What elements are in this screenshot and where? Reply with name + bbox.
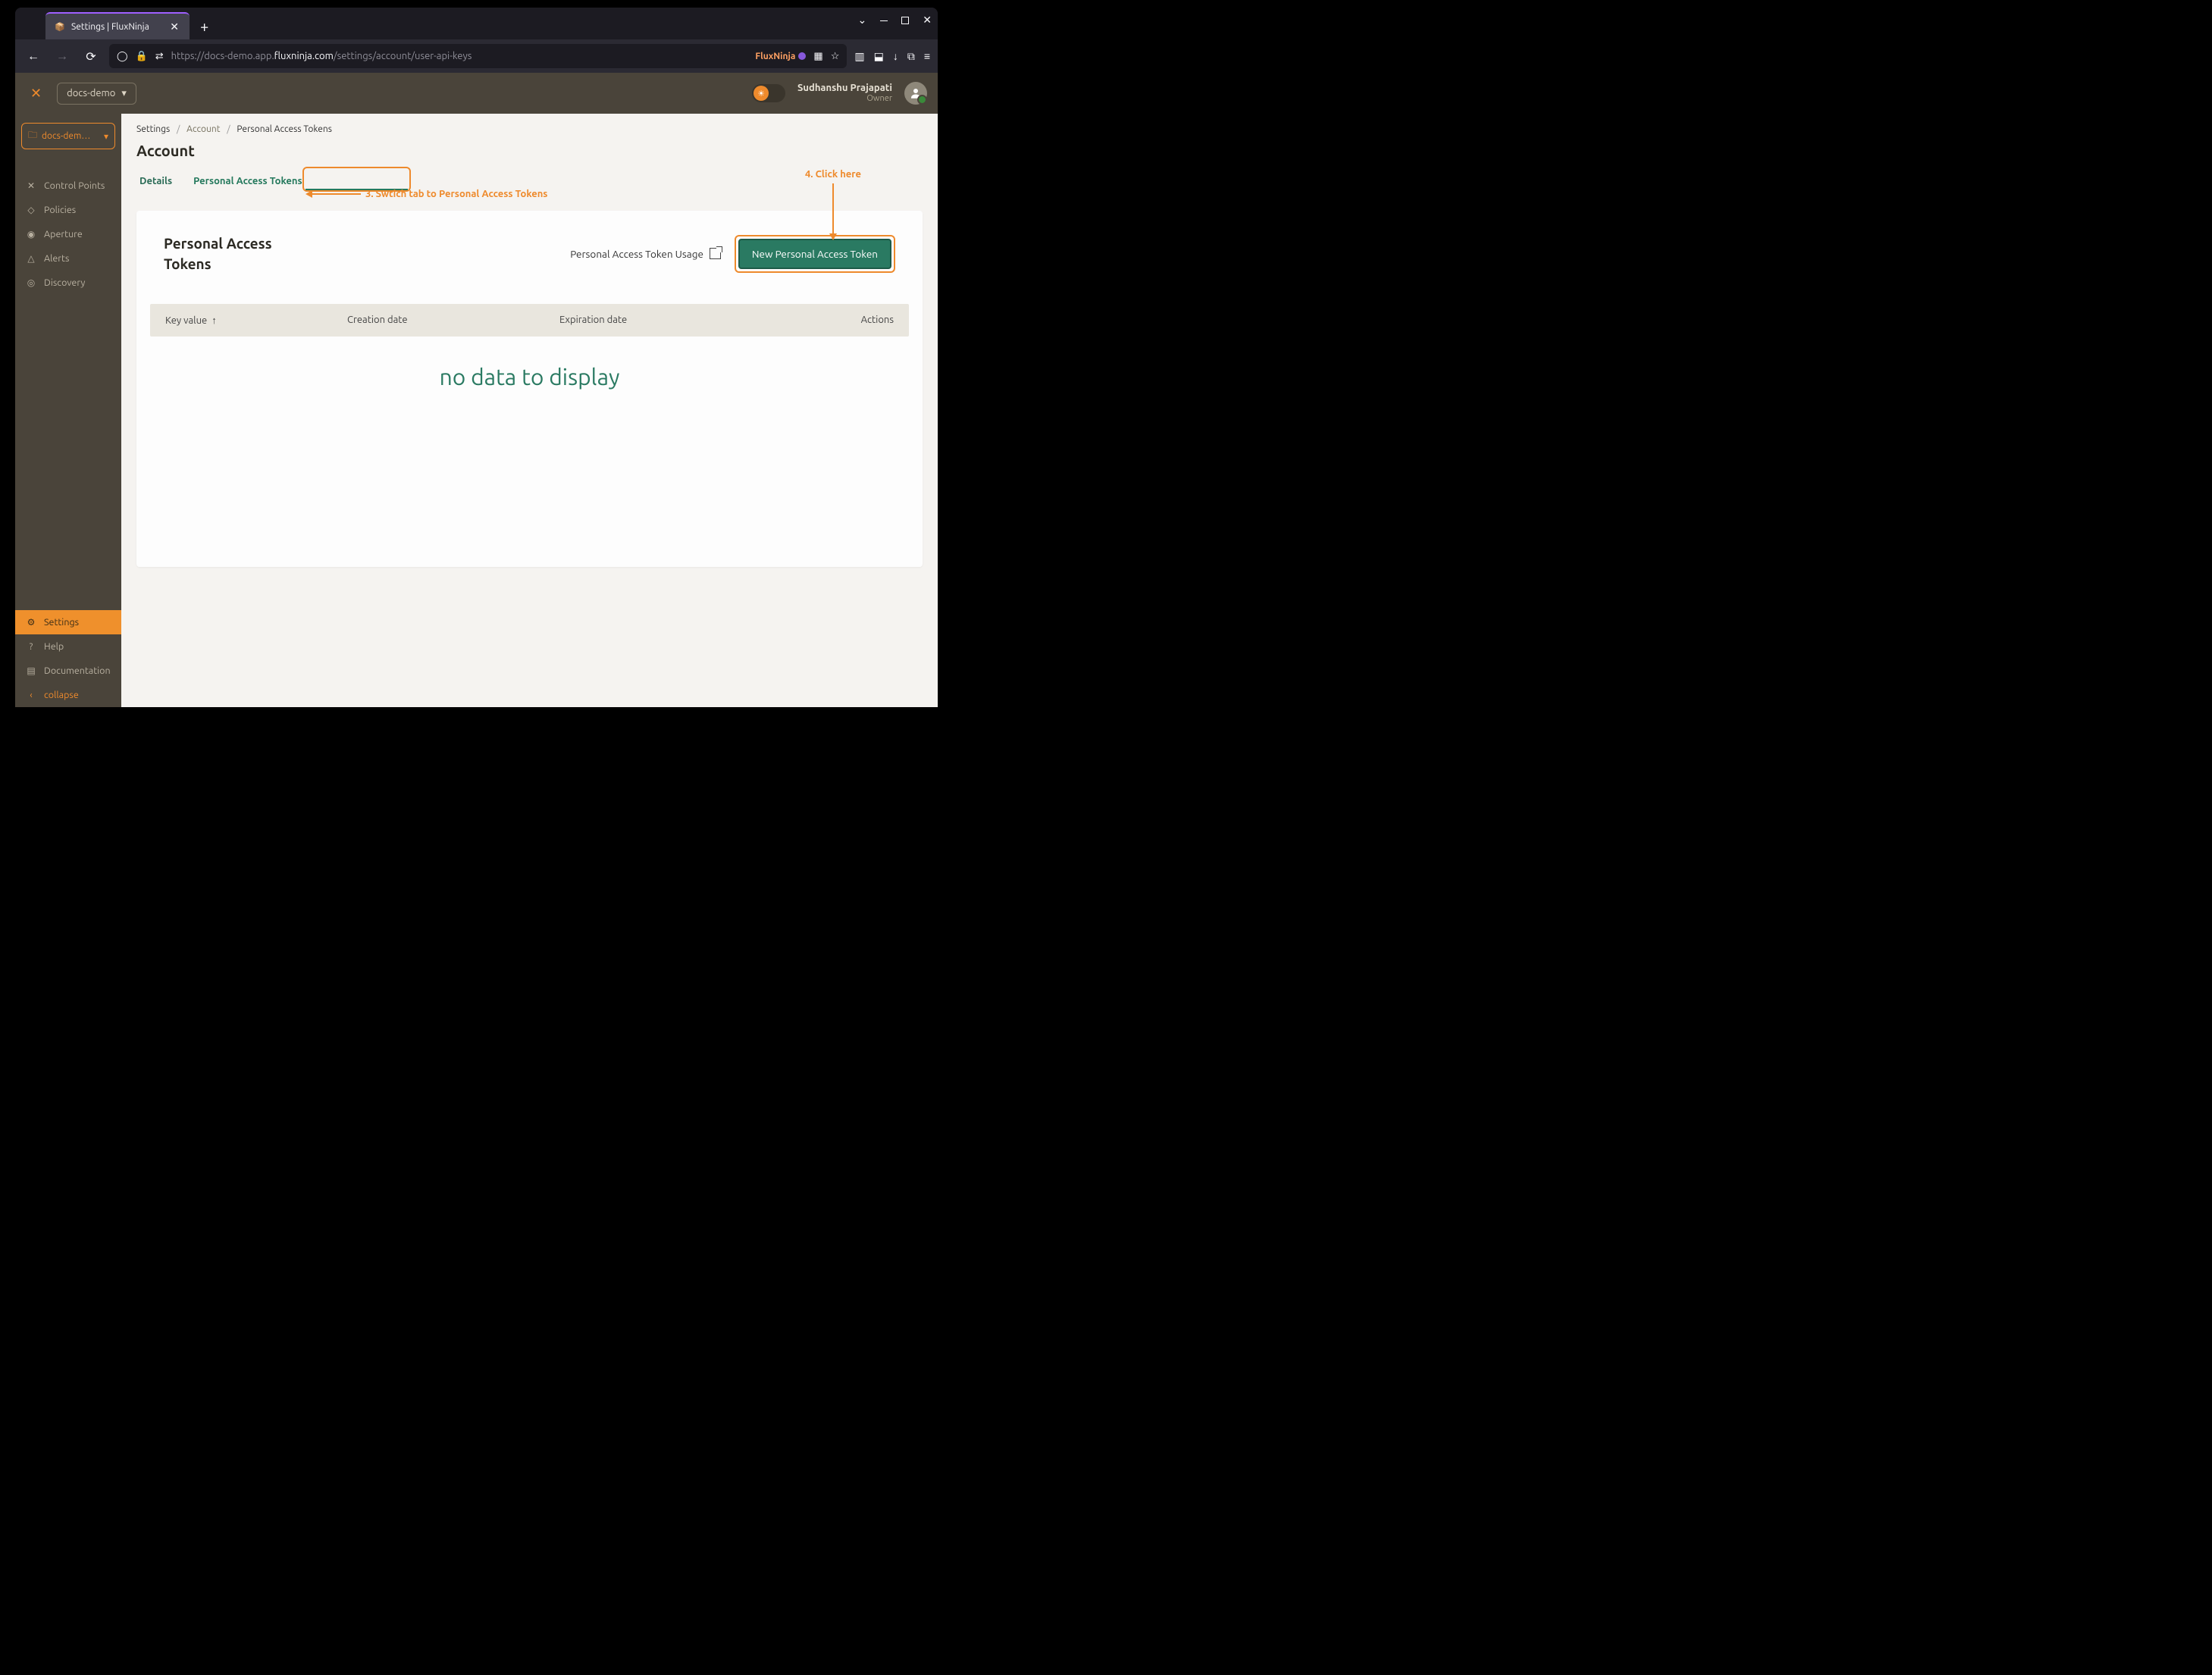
- tab-title: Settings | FluxNinja: [71, 22, 162, 32]
- sort-asc-icon: ↑: [211, 315, 217, 326]
- sidebar-collapse[interactable]: ‹collapse: [15, 683, 121, 707]
- empty-state: no data to display: [150, 337, 909, 417]
- brand-badge[interactable]: FluxNinja: [755, 52, 806, 61]
- col-actions: Actions: [818, 315, 894, 326]
- project-dropdown[interactable]: 🗀 docs-dem… ▾: [21, 123, 115, 149]
- sidebar-item-policies[interactable]: ◇Policies: [15, 198, 121, 222]
- nav-reload-button[interactable]: ⟳: [80, 45, 102, 67]
- pat-usage-link[interactable]: Personal Access Token Usage: [570, 248, 721, 260]
- folder-icon: 🗀: [28, 128, 37, 144]
- external-link-icon: [710, 248, 721, 259]
- sun-icon: ☀: [754, 86, 769, 101]
- avatar[interactable]: [904, 82, 927, 105]
- org-name: docs-demo: [67, 88, 115, 99]
- new-tab-button[interactable]: +: [190, 13, 219, 39]
- arrow-left-icon: [308, 193, 361, 196]
- col-expiration-date[interactable]: Expiration date: [559, 315, 818, 326]
- theme-toggle[interactable]: ☀: [752, 84, 785, 102]
- table-header: Key value ↑ Creation date Expiration dat…: [150, 304, 909, 337]
- breadcrumb: Settings / Account / Personal Access Tok…: [121, 114, 938, 139]
- gear-icon: ⚙: [26, 617, 36, 628]
- extensions-icon[interactable]: ⧉: [907, 50, 915, 63]
- save-page-icon[interactable]: ⬓: [874, 50, 884, 63]
- user-role: Owner: [797, 94, 892, 104]
- caret-down-icon: ▾: [104, 131, 108, 142]
- url-text: https://docs-demo.app.fluxninja.com/sett…: [171, 51, 748, 61]
- window-maximize-icon[interactable]: [901, 14, 909, 27]
- caret-down-icon: ▾: [121, 88, 127, 99]
- col-key-value[interactable]: Key value ↑: [165, 315, 347, 326]
- window-close-icon[interactable]: ✕: [923, 14, 932, 27]
- new-pat-button[interactable]: New Personal Access Token: [738, 239, 891, 269]
- help-icon: ?: [26, 642, 36, 652]
- org-dropdown[interactable]: docs-demo ▾: [57, 83, 136, 105]
- tab-details[interactable]: Details: [136, 170, 175, 193]
- close-panel-button[interactable]: ✕: [26, 81, 46, 106]
- crumb-account[interactable]: Account: [186, 124, 220, 134]
- card-title: Personal Access Tokens: [164, 233, 300, 274]
- bookmark-star-icon[interactable]: ☆: [831, 51, 840, 62]
- policies-icon: ◇: [26, 205, 36, 215]
- chevron-left-icon: ‹: [26, 690, 36, 700]
- page-title: Account: [121, 139, 938, 170]
- sidebar-item-aperture[interactable]: ◉Aperture: [15, 222, 121, 246]
- sidebar-item-documentation[interactable]: ▤Documentation: [15, 659, 121, 683]
- tab-personal-access-tokens[interactable]: Personal Access Tokens: [190, 170, 305, 193]
- shield-icon[interactable]: ◯: [117, 51, 128, 62]
- pat-table: Key value ↑ Creation date Expiration dat…: [150, 304, 909, 417]
- annotation-highlight-button: New Personal Access Token: [735, 235, 895, 273]
- bell-icon: △: [26, 253, 36, 264]
- sidebar-item-settings[interactable]: ⚙Settings: [15, 610, 121, 634]
- url-bar[interactable]: ◯ 🔒 ⇄ https://docs-demo.app.fluxninja.co…: [109, 44, 847, 68]
- nav-back-button[interactable]: ←: [23, 45, 44, 67]
- apps-icon[interactable]: ▦: [813, 51, 822, 62]
- project-name: docs-dem…: [42, 131, 99, 141]
- sidebar-item-help[interactable]: ?Help: [15, 634, 121, 659]
- aperture-icon: ◉: [26, 229, 36, 240]
- annotation-4: 4. Click here: [799, 167, 867, 238]
- window-minimize-icon[interactable]: [880, 14, 888, 27]
- lock-icon[interactable]: 🔒: [136, 51, 148, 62]
- nav-forward-button[interactable]: →: [52, 45, 73, 67]
- menu-icon[interactable]: ≡: [924, 50, 930, 62]
- tab-close-icon[interactable]: ✕: [168, 19, 180, 35]
- browser-tab[interactable]: 📦 Settings | FluxNinja ✕: [45, 12, 190, 39]
- arrow-down-icon: [832, 183, 835, 238]
- downloads-icon[interactable]: ↓: [893, 50, 898, 62]
- user-info: Sudhanshu Prajapati Owner: [797, 83, 892, 105]
- discovery-icon: ◎: [26, 277, 36, 288]
- sidebar-item-control-points[interactable]: ✕Control Points: [15, 174, 121, 198]
- permissions-icon[interactable]: ⇄: [155, 51, 164, 62]
- crumb-settings[interactable]: Settings: [136, 124, 170, 134]
- annotation-3: 3. Swtich tab to Personal Access Tokens: [308, 189, 547, 199]
- user-name: Sudhanshu Prajapati: [797, 83, 892, 95]
- reader-icon[interactable]: ▥: [854, 50, 864, 63]
- control-points-icon: ✕: [26, 180, 36, 191]
- col-creation-date[interactable]: Creation date: [347, 315, 559, 326]
- sidebar-item-discovery[interactable]: ◎Discovery: [15, 271, 121, 295]
- sidebar-item-alerts[interactable]: △Alerts: [15, 246, 121, 271]
- tab-favicon: 📦: [55, 21, 65, 32]
- tabs-dropdown-icon[interactable]: ⌄: [858, 14, 867, 27]
- crumb-pat: Personal Access Tokens: [237, 124, 332, 134]
- doc-icon: ▤: [26, 665, 36, 676]
- brand-dot-icon: [798, 52, 806, 60]
